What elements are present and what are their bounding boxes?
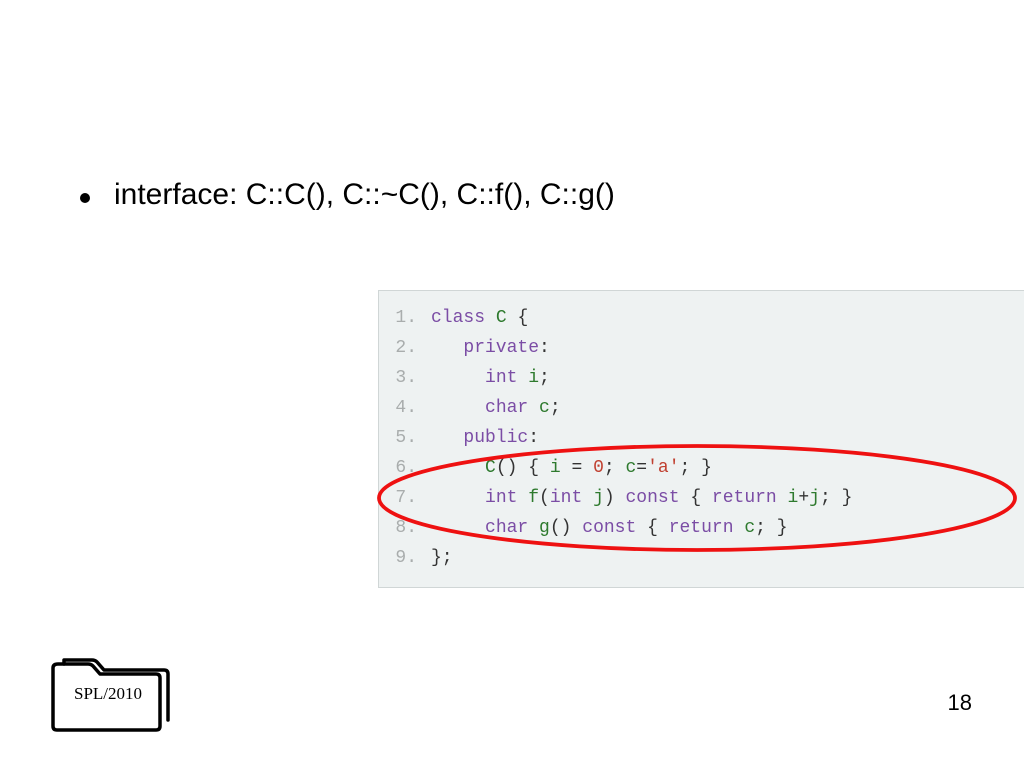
line-number: 9. [387, 543, 417, 573]
code-line: 5. public: [387, 423, 1010, 453]
code-block: 1.class C {2. private:3. int i;4. char c… [378, 290, 1024, 588]
line-number: 3. [387, 363, 417, 393]
code-content: char g() const { return c; } [431, 513, 788, 543]
line-number: 2. [387, 333, 417, 363]
code-content: char c; [431, 393, 561, 423]
folder-label: SPL/2010 [74, 684, 142, 704]
folder-icon: SPL/2010 [38, 638, 178, 738]
bullet-item: interface: C::C(), C::~C(), C::f(), C::g… [80, 178, 984, 212]
code-content: C() { i = 0; c='a'; } [431, 453, 712, 483]
slide: interface: C::C(), C::~C(), C::f(), C::g… [0, 0, 1024, 768]
code-content: class C { [431, 303, 528, 333]
line-number: 4. [387, 393, 417, 423]
code-line: 8. char g() const { return c; } [387, 513, 1010, 543]
line-number: 7. [387, 483, 417, 513]
code-line: 2. private: [387, 333, 1010, 363]
line-number: 8. [387, 513, 417, 543]
page-number: 18 [948, 690, 972, 716]
code-line: 4. char c; [387, 393, 1010, 423]
code-content: public: [431, 423, 539, 453]
code-line: 9.}; [387, 543, 1010, 573]
code-content: int i; [431, 363, 550, 393]
bullet-text: interface: C::C(), C::~C(), C::f(), C::g… [114, 178, 615, 212]
code-content: }; [431, 543, 453, 573]
code-content: int f(int j) const { return i+j; } [431, 483, 852, 513]
line-number: 1. [387, 303, 417, 333]
code-line: 1. class C { [387, 303, 1010, 333]
code-content: private: [431, 333, 550, 363]
bullet-dot-icon [80, 193, 90, 203]
code-line: 3. int i; [387, 363, 1010, 393]
line-number: 6. [387, 453, 417, 483]
line-number: 5. [387, 423, 417, 453]
code-line: 7. int f(int j) const { return i+j; } [387, 483, 1010, 513]
code-line: 6. C() { i = 0; c='a'; } [387, 453, 1010, 483]
